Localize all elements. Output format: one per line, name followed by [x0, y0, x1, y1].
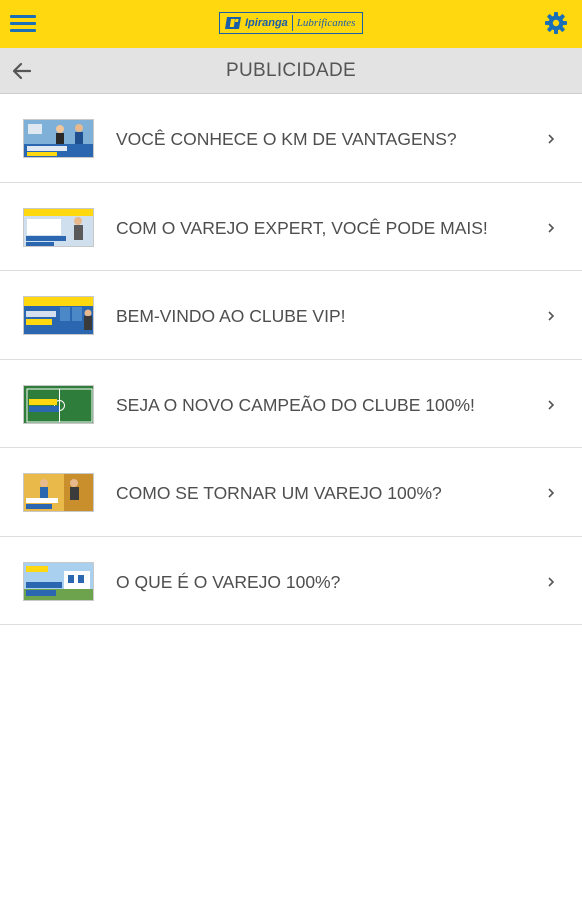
- gear-icon[interactable]: [544, 11, 568, 35]
- page-title: PUBLICIDADE: [225, 60, 356, 81]
- app-top-bar: Ipiranga Lubrificantes: [0, 0, 582, 48]
- list-item-label: COM O VAREJO EXPERT, VOCÊ PODE MAIS!: [116, 217, 488, 238]
- chevron-right-icon: [545, 486, 557, 500]
- video-thumbnail: [23, 119, 94, 158]
- chevron-right-icon: [545, 221, 557, 235]
- logo-brand-text: Ipiranga: [245, 15, 293, 31]
- list-item[interactable]: COMO SE TORNAR UM VAREJO 100%?: [0, 448, 582, 537]
- list-item-label: COMO SE TORNAR UM VAREJO 100%?: [116, 483, 442, 503]
- ipiranga-logo-mark: [223, 15, 243, 31]
- chevron-right-icon: [545, 132, 557, 146]
- list-item[interactable]: VOCÊ CONHECE O KM DE VANTAGENS?: [0, 94, 582, 183]
- logo-sub-text: Lubrificantes: [296, 17, 356, 29]
- list-item-label: O QUE É O VAREJO 100%?: [116, 571, 341, 592]
- ipiranga-lubrificantes-logo: Ipiranga Lubrificantes: [219, 12, 363, 34]
- list-item[interactable]: SEJA O NOVO CAMPEÃO DO CLUBE 100%!: [0, 359, 582, 448]
- page-header: PUBLICIDADE: [0, 48, 582, 94]
- list-item[interactable]: O QUE É O VAREJO 100%?: [0, 536, 582, 625]
- chevron-right-icon: [545, 309, 557, 323]
- video-thumbnail: [23, 296, 94, 335]
- list-item-label: VOCÊ CONHECE O KM DE VANTAGENS?: [116, 129, 457, 149]
- list-item-label: BEM-VINDO AO CLUBE VIP!: [116, 306, 346, 326]
- video-thumbnail: [23, 473, 94, 512]
- chevron-right-icon: [545, 575, 557, 589]
- list-item[interactable]: BEM-VINDO AO CLUBE VIP!: [0, 271, 582, 360]
- arrow-left-icon[interactable]: [10, 59, 34, 83]
- video-list: VOCÊ CONHECE O KM DE VANTAGENS? COM O VA…: [0, 94, 582, 625]
- video-thumbnail: [23, 207, 94, 247]
- list-item-label: SEJA O NOVO CAMPEÃO DO CLUBE 100%!: [116, 394, 475, 415]
- video-thumbnail: [23, 561, 94, 601]
- video-thumbnail: [23, 384, 94, 424]
- hamburger-menu-icon[interactable]: [10, 12, 36, 34]
- list-item[interactable]: COM O VAREJO EXPERT, VOCÊ PODE MAIS!: [0, 182, 582, 271]
- chevron-right-icon: [545, 398, 557, 412]
